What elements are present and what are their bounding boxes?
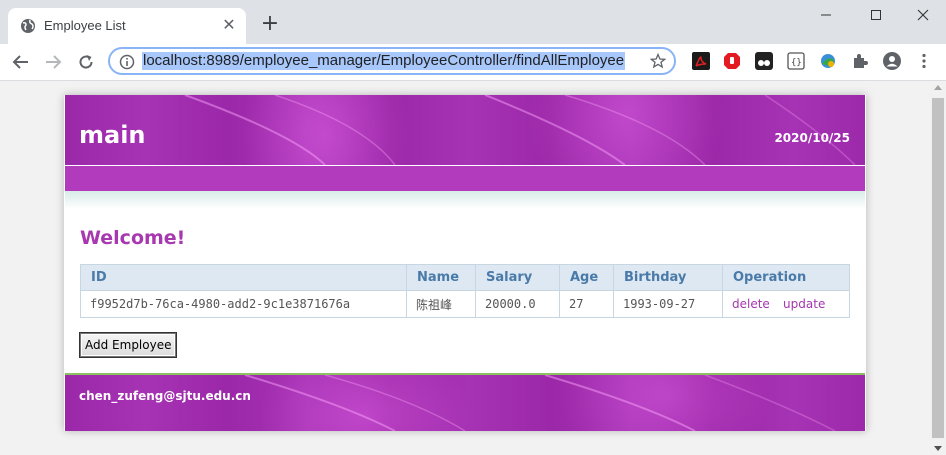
cell-id: f9952d7b-76ca-4980-add2-9c1e3871676a [80,290,407,318]
menu-shadow [65,191,865,209]
footer-email: chen_zufeng@sjtu.edu.cn [79,389,251,403]
footer-banner: chen_zufeng@sjtu.edu.cn [65,373,865,431]
puzzle-icon[interactable] [851,52,869,70]
tab-strip: Employee List ✕ + [0,0,946,44]
cell-operation: delete update [722,290,850,318]
column-header-salary: Salary [475,264,560,291]
reload-icon [79,55,93,69]
reload-button[interactable] [73,49,99,75]
menu-bar [65,166,865,191]
address-bar[interactable]: localhost:8989/employee_manager/Employee… [108,47,676,75]
maximize-button[interactable] [853,4,899,28]
site-title: main [79,121,146,149]
star-icon[interactable] [649,52,667,69]
profile-icon[interactable] [883,52,901,70]
scroll-down-icon[interactable] [934,446,942,451]
cell-age: 27 [559,290,614,318]
url-text[interactable]: localhost:8989/employee_manager/Employee… [142,52,626,70]
banner-decoration [184,95,856,165]
add-employee-button[interactable]: Add Employee [78,332,178,358]
vertical-scrollbar[interactable] [930,81,946,455]
cell-name: 陈祖峰 [406,290,476,318]
svg-text:{}: {} [791,58,802,68]
column-header-name: Name [406,264,476,291]
cell-birthday: 1993-09-27 [613,290,723,318]
browser-tab[interactable]: Employee List ✕ [8,8,246,44]
scroll-up-icon[interactable] [934,85,942,90]
tab-title: Employee List [44,18,126,33]
arrow-left-icon [12,55,28,69]
browser-toolbar: localhost:8989/employee_manager/Employee… [0,44,946,81]
close-window-button[interactable] [900,4,946,28]
vpn-extension-icon[interactable] [819,52,837,70]
new-tab-button[interactable]: + [258,13,282,37]
page-container: main 2020/10/25 Welcome! ID Name Salary … [64,95,866,431]
arrow-right-icon [46,55,62,69]
scroll-thumb[interactable] [932,98,944,438]
cell-salary: 20000.0 [475,290,560,318]
welcome-heading: Welcome! [80,227,186,249]
globe-icon [20,18,36,34]
back-button[interactable] [8,49,34,75]
table-row: f9952d7b-76ca-4980-add2-9c1e3871676a 陈祖峰… [80,290,850,318]
column-header-operation: Operation [722,264,850,291]
json-extension-icon[interactable]: {} [787,52,805,70]
update-link[interactable]: update [783,297,825,311]
header-banner: main 2020/10/25 [65,95,865,165]
forward-button[interactable] [40,49,66,75]
minimize-button[interactable] [803,4,849,28]
table-header-row: ID Name Salary Age Birthday Operation [80,264,850,291]
delete-link[interactable]: delete [732,297,770,311]
column-header-age: Age [559,264,614,291]
info-icon[interactable] [119,54,135,70]
column-header-birthday: Birthday [613,264,723,291]
page-viewport: main 2020/10/25 Welcome! ID Name Salary … [0,81,930,455]
employee-table: ID Name Salary Age Birthday Operation f9… [80,264,850,318]
pdf-extension-icon[interactable] [692,52,710,70]
header-date: 2020/10/25 [774,131,850,145]
close-tab-icon[interactable]: ✕ [220,16,238,34]
kebab-menu-icon[interactable] [915,52,933,70]
tampermonkey-extension-icon[interactable] [755,52,773,70]
column-header-id: ID [80,264,407,291]
adblock-extension-icon[interactable] [723,52,741,70]
footer-decoration [244,375,836,431]
